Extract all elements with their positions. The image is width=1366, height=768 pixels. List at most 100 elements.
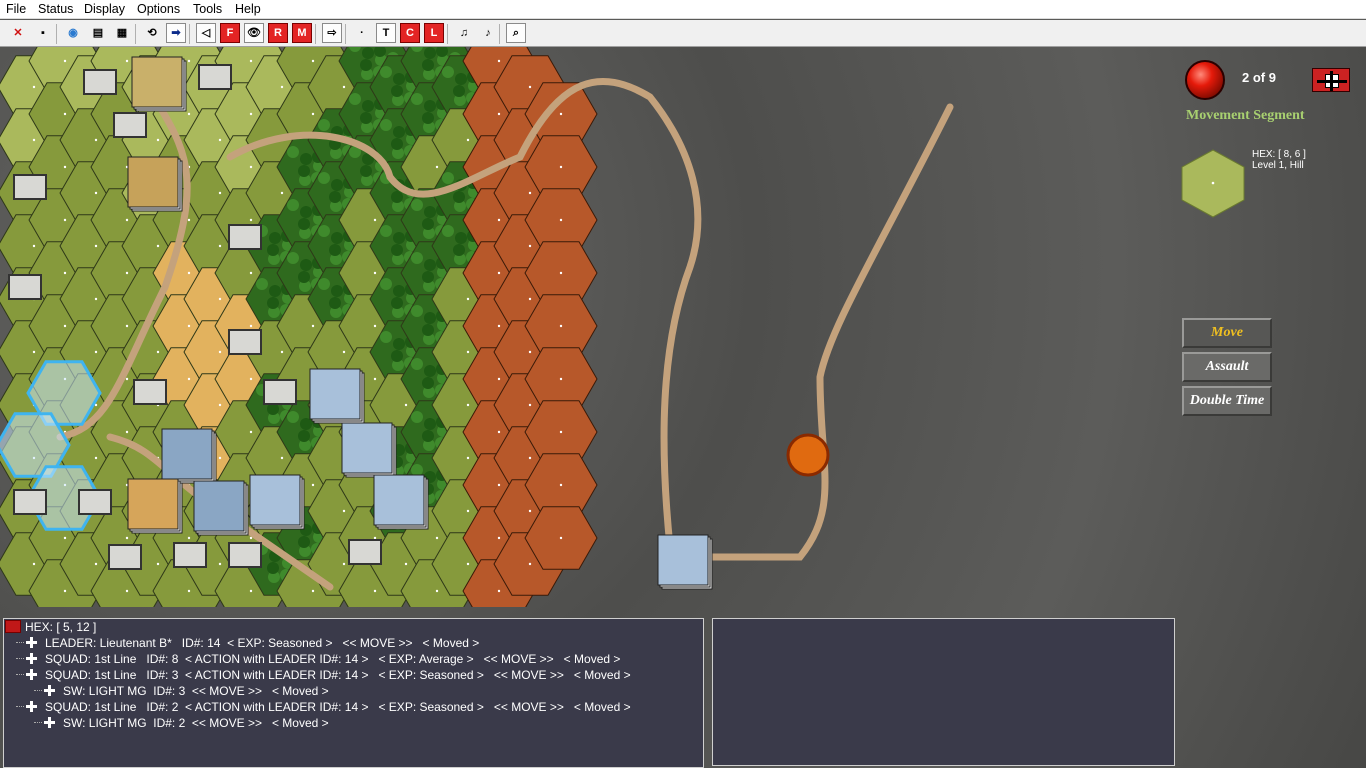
building-marker: [108, 544, 142, 570]
hex-center-dot: [559, 218, 563, 222]
fx-music-icon[interactable]: ♫: [454, 23, 474, 43]
menu-file[interactable]: File: [6, 2, 26, 16]
tree-mark: [300, 259, 312, 271]
close-icon[interactable]: ✕: [8, 23, 28, 43]
hex-center-dot: [218, 191, 222, 195]
unit-row[interactable]: LEADER: Lieutenant B* ID#: 14 < EXP: Sea…: [45, 636, 479, 650]
hex-center-dot: [559, 324, 563, 328]
counter-layer: [373, 474, 425, 526]
hex-center-dot: [187, 536, 191, 540]
toolbar-separator: [135, 24, 136, 44]
film-icon[interactable]: ▦: [112, 23, 132, 43]
hex-center-dot: [466, 456, 470, 460]
hex-center-dot: [466, 509, 470, 513]
double-time-button[interactable]: Double Time: [1182, 386, 1272, 416]
tree-mark: [318, 119, 330, 131]
tree-mark: [300, 206, 312, 218]
tree-mark: [318, 225, 330, 237]
l-toggle[interactable]: L: [424, 23, 444, 43]
tree-mark: [391, 138, 403, 150]
hex-center-dot: [249, 536, 253, 540]
secondary-info-panel: [712, 618, 1175, 766]
tree-mark: [422, 324, 434, 336]
hex-center-dot: [125, 271, 129, 275]
hex-center-dot: [528, 85, 532, 89]
hex-center-dot: [63, 589, 67, 593]
hex-center-dot: [218, 138, 222, 142]
menu-tools[interactable]: Tools: [193, 2, 222, 16]
menu-display[interactable]: Display: [84, 2, 125, 16]
tree-mark: [424, 418, 436, 430]
counter-layer: [127, 156, 179, 208]
back-arrow-icon[interactable]: ◁: [196, 23, 216, 43]
hex-center-dot: [528, 191, 532, 195]
music-icon[interactable]: ♪: [478, 23, 498, 43]
tree-mark: [300, 418, 312, 430]
hex-center-dot: [63, 324, 67, 328]
f-toggle[interactable]: F: [220, 23, 240, 43]
hex-center-dot: [156, 562, 160, 566]
counter-layer: [657, 534, 709, 586]
m-toggle[interactable]: M: [292, 23, 312, 43]
list-hex-header: HEX: [ 5, 12 ]: [25, 620, 97, 634]
tree-mark: [442, 66, 454, 78]
building-marker: [13, 489, 47, 515]
hex-center-dot: [466, 562, 470, 566]
eye-icon[interactable]: 👁: [244, 23, 264, 43]
hex-center-dot: [404, 403, 408, 407]
building-marker: [78, 489, 112, 515]
menu-status[interactable]: Status: [38, 2, 73, 16]
active-indicator-icon[interactable]: [1185, 60, 1225, 100]
balkenkreuz-icon: [26, 701, 37, 712]
hex-center-dot: [63, 112, 67, 116]
tree-mark: [422, 430, 434, 442]
arrow-right-icon[interactable]: ⇨: [322, 23, 342, 43]
hex-map[interactable]: [0, 47, 1160, 607]
hex-center-dot: [125, 218, 129, 222]
next-arrow-icon[interactable]: ➡: [166, 23, 186, 43]
zoom-icon[interactable]: ⌕: [506, 23, 526, 43]
unit-list[interactable]: HEX: [ 5, 12 ] LEADER: Lieutenant B* ID#…: [3, 618, 704, 768]
hex-center-dot: [311, 589, 315, 593]
save-icon[interactable]: ▪: [33, 23, 53, 43]
menu-help[interactable]: Help: [235, 2, 261, 16]
globe-icon[interactable]: ◉: [63, 23, 83, 43]
tree-mark: [453, 85, 465, 97]
move-button[interactable]: Move: [1182, 318, 1272, 348]
unit-row[interactable]: SQUAD: 1st Line ID#: 2 < ACTION with LEA…: [45, 700, 631, 714]
replay-icon[interactable]: ⟲: [142, 23, 162, 43]
assault-button[interactable]: Assault: [1182, 352, 1272, 382]
unit-row[interactable]: SW: LIGHT MG ID#: 3 << MOVE >> < Moved >: [63, 684, 329, 698]
tree-mark: [267, 297, 279, 309]
tree-mark: [411, 358, 423, 370]
tree-mark: [411, 93, 423, 105]
unit-row[interactable]: SW: LIGHT MG ID#: 2 << MOVE >> < Moved >: [63, 716, 329, 730]
road: [666, 103, 954, 561]
tree-mark: [329, 297, 341, 309]
unit-row[interactable]: SQUAD: 1st Line ID#: 3 < ACTION with LEA…: [45, 668, 631, 682]
tree-mark: [331, 179, 343, 191]
tree-mark: [411, 199, 423, 211]
hex-center-dot: [32, 244, 36, 248]
tree-mark: [422, 112, 434, 124]
hex-preview: [1181, 149, 1245, 218]
hex-center-dot: [559, 271, 563, 275]
dot-icon[interactable]: ·: [352, 23, 372, 43]
r-toggle[interactable]: R: [268, 23, 288, 43]
t-toggle[interactable]: T: [376, 23, 396, 43]
hex-center-dot: [32, 85, 36, 89]
tree-mark: [362, 100, 374, 112]
tree-mark: [391, 191, 403, 203]
hex-center-dot: [156, 138, 160, 142]
panel-icon[interactable]: ▤: [88, 23, 108, 43]
tree-mark: [267, 562, 279, 574]
tree-line: [16, 642, 24, 643]
counter-layer: [341, 422, 393, 474]
tree-mark: [424, 206, 436, 218]
c-toggle[interactable]: C: [400, 23, 420, 43]
unit-row[interactable]: SQUAD: 1st Line ID#: 8 < ACTION with LEA…: [45, 652, 620, 666]
toolbar-separator: [447, 24, 448, 44]
menu-options[interactable]: Options: [137, 2, 180, 16]
tree-mark: [424, 312, 436, 324]
building-marker: [198, 64, 232, 90]
